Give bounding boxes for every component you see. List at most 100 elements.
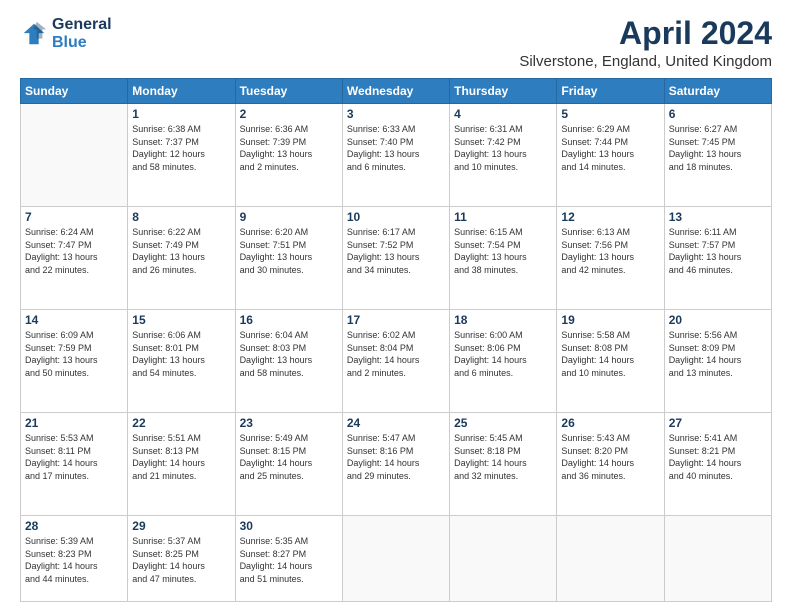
header: General Blue April 2024 Silverstone, Eng…	[20, 16, 772, 70]
day-info: Sunrise: 5:49 AM Sunset: 8:15 PM Dayligh…	[240, 432, 338, 482]
day-number: 25	[454, 416, 552, 430]
day-info: Sunrise: 5:51 AM Sunset: 8:13 PM Dayligh…	[132, 432, 230, 482]
day-info: Sunrise: 6:11 AM Sunset: 7:57 PM Dayligh…	[669, 226, 767, 276]
calendar-cell: 10 Sunrise: 6:17 AM Sunset: 7:52 PM Dayli…	[342, 207, 449, 310]
day-number: 6	[669, 107, 767, 121]
day-info: Sunrise: 6:31 AM Sunset: 7:42 PM Dayligh…	[454, 123, 552, 173]
day-info: Sunrise: 6:29 AM Sunset: 7:44 PM Dayligh…	[561, 123, 659, 173]
day-number: 7	[25, 210, 123, 224]
day-info: Sunrise: 5:47 AM Sunset: 8:16 PM Dayligh…	[347, 432, 445, 482]
day-info: Sunrise: 6:04 AM Sunset: 8:03 PM Dayligh…	[240, 329, 338, 379]
calendar-cell: 27Sunrise: 5:41 AM Sunset: 8:21 PM Dayli…	[664, 413, 771, 516]
calendar-body: 1 Sunrise: 6:38 AM Sunset: 7:37 PM Daylig…	[21, 104, 772, 602]
calendar-cell	[450, 516, 557, 602]
calendar-cell: 20Sunrise: 5:56 AM Sunset: 8:09 PM Dayli…	[664, 310, 771, 413]
calendar-cell: 11 Sunrise: 6:15 AM Sunset: 7:54 PM Dayli…	[450, 207, 557, 310]
day-number: 15	[132, 313, 230, 327]
column-header-monday: Monday	[128, 79, 235, 104]
header-row: SundayMondayTuesdayWednesdayThursdayFrid…	[21, 79, 772, 104]
day-info: Sunrise: 5:53 AM Sunset: 8:11 PM Dayligh…	[25, 432, 123, 482]
calendar-cell: 9 Sunrise: 6:20 AM Sunset: 7:51 PM Daylig…	[235, 207, 342, 310]
day-number: 16	[240, 313, 338, 327]
calendar-cell	[664, 516, 771, 602]
day-info: Sunrise: 5:37 AM Sunset: 8:25 PM Dayligh…	[132, 535, 230, 585]
day-number: 14	[25, 313, 123, 327]
column-header-sunday: Sunday	[21, 79, 128, 104]
column-header-wednesday: Wednesday	[342, 79, 449, 104]
day-number: 19	[561, 313, 659, 327]
day-info: Sunrise: 5:45 AM Sunset: 8:18 PM Dayligh…	[454, 432, 552, 482]
calendar-cell: 23 Sunrise: 5:49 AM Sunset: 8:15 PM Dayli…	[235, 413, 342, 516]
week-row-4: 21 Sunrise: 5:53 AM Sunset: 8:11 PM Dayli…	[21, 413, 772, 516]
day-number: 28	[25, 519, 123, 533]
calendar-cell: 8Sunrise: 6:22 AM Sunset: 7:49 PM Daylig…	[128, 207, 235, 310]
calendar-cell: 1 Sunrise: 6:38 AM Sunset: 7:37 PM Daylig…	[128, 104, 235, 207]
main-title: April 2024	[519, 16, 772, 51]
calendar-cell: 28 Sunrise: 5:39 AM Sunset: 8:23 PM Dayli…	[21, 516, 128, 602]
day-number: 2	[240, 107, 338, 121]
day-number: 3	[347, 107, 445, 121]
calendar-cell: 25 Sunrise: 5:45 AM Sunset: 8:18 PM Dayli…	[450, 413, 557, 516]
day-info: Sunrise: 6:15 AM Sunset: 7:54 PM Dayligh…	[454, 226, 552, 276]
day-number: 24	[347, 416, 445, 430]
day-number: 20	[669, 313, 767, 327]
day-number: 12	[561, 210, 659, 224]
calendar-cell: 15 Sunrise: 6:06 AM Sunset: 8:01 PM Dayli…	[128, 310, 235, 413]
week-row-2: 7 Sunrise: 6:24 AM Sunset: 7:47 PM Daylig…	[21, 207, 772, 310]
calendar-cell: 3 Sunrise: 6:33 AM Sunset: 7:40 PM Daylig…	[342, 104, 449, 207]
column-header-tuesday: Tuesday	[235, 79, 342, 104]
week-row-3: 14 Sunrise: 6:09 AM Sunset: 7:59 PM Dayli…	[21, 310, 772, 413]
calendar-cell: 17Sunrise: 6:02 AM Sunset: 8:04 PM Dayli…	[342, 310, 449, 413]
day-number: 9	[240, 210, 338, 224]
day-info: Sunrise: 6:06 AM Sunset: 8:01 PM Dayligh…	[132, 329, 230, 379]
calendar-header: SundayMondayTuesdayWednesdayThursdayFrid…	[21, 79, 772, 104]
logo: General Blue	[20, 16, 112, 53]
column-header-saturday: Saturday	[664, 79, 771, 104]
day-number: 1	[132, 107, 230, 121]
calendar-cell: 19 Sunrise: 5:58 AM Sunset: 8:08 PM Dayli…	[557, 310, 664, 413]
day-number: 26	[561, 416, 659, 430]
calendar-cell: 24 Sunrise: 5:47 AM Sunset: 8:16 PM Dayli…	[342, 413, 449, 516]
day-info: Sunrise: 6:38 AM Sunset: 7:37 PM Dayligh…	[132, 123, 230, 173]
column-header-thursday: Thursday	[450, 79, 557, 104]
day-number: 4	[454, 107, 552, 121]
calendar-cell: 14 Sunrise: 6:09 AM Sunset: 7:59 PM Dayli…	[21, 310, 128, 413]
calendar-cell: 12 Sunrise: 6:13 AM Sunset: 7:56 PM Dayli…	[557, 207, 664, 310]
day-info: Sunrise: 5:41 AM Sunset: 8:21 PM Dayligh…	[669, 432, 767, 482]
day-info: Sunrise: 6:02 AM Sunset: 8:04 PM Dayligh…	[347, 329, 445, 379]
day-number: 22	[132, 416, 230, 430]
day-info: Sunrise: 5:58 AM Sunset: 8:08 PM Dayligh…	[561, 329, 659, 379]
day-info: Sunrise: 6:20 AM Sunset: 7:51 PM Dayligh…	[240, 226, 338, 276]
calendar-cell: 26Sunrise: 5:43 AM Sunset: 8:20 PM Dayli…	[557, 413, 664, 516]
day-info: Sunrise: 6:09 AM Sunset: 7:59 PM Dayligh…	[25, 329, 123, 379]
calendar-cell	[21, 104, 128, 207]
day-info: Sunrise: 6:27 AM Sunset: 7:45 PM Dayligh…	[669, 123, 767, 173]
calendar-cell	[342, 516, 449, 602]
column-header-friday: Friday	[557, 79, 664, 104]
subtitle: Silverstone, England, United Kingdom	[519, 53, 772, 70]
day-info: Sunrise: 5:39 AM Sunset: 8:23 PM Dayligh…	[25, 535, 123, 585]
day-number: 29	[132, 519, 230, 533]
calendar-cell: 5Sunrise: 6:29 AM Sunset: 7:44 PM Daylig…	[557, 104, 664, 207]
day-number: 18	[454, 313, 552, 327]
calendar-cell: 21 Sunrise: 5:53 AM Sunset: 8:11 PM Dayli…	[21, 413, 128, 516]
day-info: Sunrise: 6:17 AM Sunset: 7:52 PM Dayligh…	[347, 226, 445, 276]
calendar-cell: 29 Sunrise: 5:37 AM Sunset: 8:25 PM Dayli…	[128, 516, 235, 602]
calendar-cell: 4 Sunrise: 6:31 AM Sunset: 7:42 PM Daylig…	[450, 104, 557, 207]
day-info: Sunrise: 6:13 AM Sunset: 7:56 PM Dayligh…	[561, 226, 659, 276]
calendar-cell	[557, 516, 664, 602]
day-info: Sunrise: 6:24 AM Sunset: 7:47 PM Dayligh…	[25, 226, 123, 276]
page: General Blue April 2024 Silverstone, Eng…	[0, 0, 792, 612]
title-block: April 2024 Silverstone, England, United …	[519, 16, 772, 70]
day-number: 21	[25, 416, 123, 430]
logo-icon	[20, 20, 48, 48]
day-number: 11	[454, 210, 552, 224]
day-info: Sunrise: 6:33 AM Sunset: 7:40 PM Dayligh…	[347, 123, 445, 173]
day-number: 8	[132, 210, 230, 224]
day-info: Sunrise: 5:35 AM Sunset: 8:27 PM Dayligh…	[240, 535, 338, 585]
day-number: 13	[669, 210, 767, 224]
day-number: 23	[240, 416, 338, 430]
calendar-cell: 18Sunrise: 6:00 AM Sunset: 8:06 PM Dayli…	[450, 310, 557, 413]
day-number: 10	[347, 210, 445, 224]
week-row-1: 1 Sunrise: 6:38 AM Sunset: 7:37 PM Daylig…	[21, 104, 772, 207]
